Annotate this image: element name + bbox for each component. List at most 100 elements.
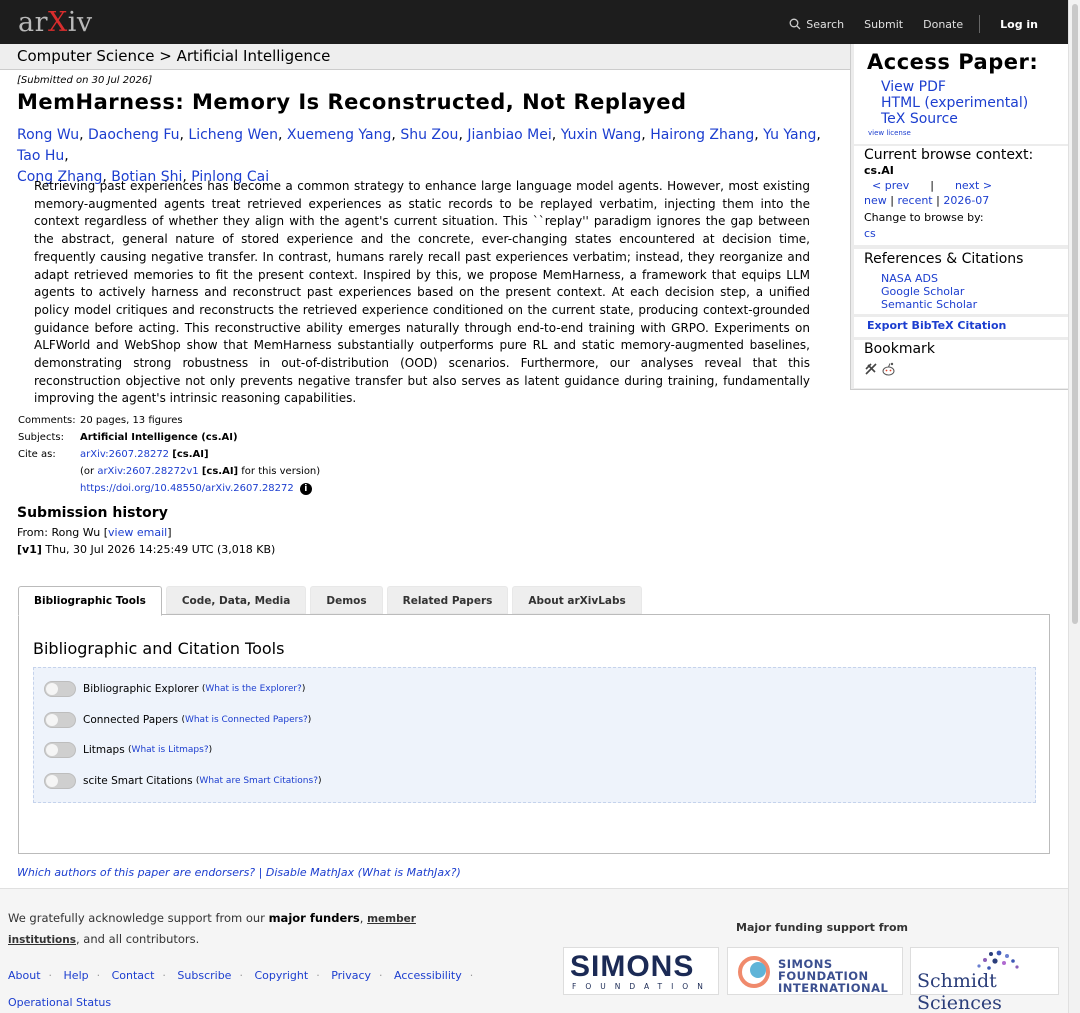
subjects-label: Subjects: — [18, 432, 64, 443]
browse-heading: Current browse context: — [864, 147, 1034, 163]
reddit-icon[interactable] — [881, 362, 896, 376]
footer-link-subscribe[interactable]: Subscribe — [177, 969, 231, 982]
right-sidebar: Access Paper: View PDF HTML (experimenta… — [850, 44, 1068, 390]
help-link[interactable]: What is Connected Papers? — [185, 715, 308, 725]
prev-link[interactable]: < prev — [872, 179, 909, 192]
schmidt-sciences-logo[interactable]: Schmidt Sciences — [910, 947, 1059, 1013]
tool-row: Litmaps (What is Litmaps?) — [34, 735, 1035, 766]
new-link[interactable]: new — [864, 194, 887, 207]
comments-label: Comments: — [18, 415, 76, 426]
view-pdf-link[interactable]: View PDF — [881, 79, 946, 95]
footer-link-contact[interactable]: Contact — [112, 969, 155, 982]
help-link[interactable]: What is Litmaps? — [132, 745, 209, 755]
toggle-switch[interactable] — [44, 711, 76, 728]
export-box: Export BibTeX Citation — [854, 317, 1068, 337]
labs-tabs: Bibliographic Tools Code, Data, Media De… — [18, 586, 646, 616]
cite-id-link[interactable]: arXiv:2607.28272 — [80, 449, 169, 460]
author-link[interactable]: Yu Yang — [763, 127, 816, 143]
author-link[interactable]: Rong Wu — [17, 127, 79, 143]
footer-link-accessibility[interactable]: Accessibility — [394, 969, 462, 982]
author-link[interactable]: Licheng Wen — [188, 127, 278, 143]
submitted-date: [Submitted on 30 Jul 2026] — [17, 75, 153, 86]
funding-heading: Major funding support from — [736, 921, 909, 934]
submit-link[interactable]: Submit — [864, 18, 903, 31]
tool-row: scite Smart Citations (What are Smart Ci… — [34, 766, 1035, 797]
tab-related-papers[interactable]: Related Papers — [386, 586, 509, 614]
google-scholar-link[interactable]: Google Scholar — [881, 286, 964, 298]
panel-heading: Bibliographic and Citation Tools — [33, 639, 285, 658]
version-label: [v1] — [17, 543, 42, 556]
help-link[interactable]: What is the Explorer? — [205, 684, 301, 694]
schmidt-dots-icon — [977, 950, 1019, 970]
toggle-switch[interactable] — [44, 681, 76, 698]
nasa-ads-link[interactable]: NASA ADS — [881, 273, 938, 285]
author-link[interactable]: Jianbiao Mei — [467, 127, 551, 143]
endorsers-link[interactable]: Which authors of this paper are endorser… — [17, 866, 461, 879]
sfi-mark-icon — [738, 956, 770, 988]
info-icon[interactable]: i — [299, 483, 312, 495]
view-license-link[interactable]: view license — [868, 129, 911, 137]
help-link[interactable]: What are Smart Citations? — [199, 776, 318, 786]
author-link[interactable]: Hairong Zhang — [650, 127, 754, 143]
cite-label: Cite as: — [18, 449, 56, 460]
acknowledgement-text: We gratefully acknowledge support from o… — [8, 911, 416, 946]
tool-list: Bibliographic Explorer (What is the Expl… — [33, 667, 1036, 803]
footer-link-privacy[interactable]: Privacy — [331, 969, 371, 982]
nav-divider — [979, 15, 981, 33]
login-link[interactable]: Log in — [1000, 18, 1038, 31]
references-box: References & Citations NASA ADS Google S… — [854, 249, 1068, 314]
month-link[interactable]: 2026-07 — [943, 194, 989, 207]
paper-title: MemHarness: Memory Is Reconstructed, Not… — [17, 90, 687, 114]
submission-history-heading: Submission history — [17, 505, 168, 521]
footer-link-operational-status[interactable]: Operational Status — [8, 996, 111, 1009]
author-link[interactable]: Daocheng Fu — [88, 127, 179, 143]
author-link[interactable]: Yuxin Wang — [561, 127, 642, 143]
next-link[interactable]: next > — [955, 179, 992, 192]
version-entry: [v1] Thu, 30 Jul 2026 14:25:49 UTC (3,01… — [17, 543, 276, 556]
view-email-link[interactable]: view email — [108, 526, 167, 539]
footer-link-help[interactable]: Help — [64, 969, 89, 982]
tex-source-link[interactable]: TeX Source — [881, 111, 958, 127]
toggle-switch[interactable] — [44, 772, 76, 789]
comments-value: 20 pages, 13 figures — [80, 415, 183, 426]
subjects-value: Artificial Intelligence (cs.AI) — [80, 432, 238, 443]
html-link[interactable]: HTML (experimental) — [881, 95, 1028, 111]
author-link[interactable]: Shu Zou — [400, 127, 458, 143]
simons-foundation-international-logo[interactable]: SIMONS FOUNDATION INTERNATIONAL — [727, 947, 903, 995]
references-heading: References & Citations — [864, 251, 1024, 267]
semantic-scholar-link[interactable]: Semantic Scholar — [881, 299, 977, 311]
recent-link[interactable]: recent — [897, 194, 932, 207]
change-browse-label: Change to browse by: — [864, 211, 984, 224]
browse-context-box: Current browse context: cs.AI < prev | n… — [854, 146, 1068, 245]
bookmark-heading: Bookmark — [864, 341, 935, 357]
bibsonomy-icon[interactable] — [864, 362, 878, 376]
access-paper-box: Access Paper: View PDF HTML (experimenta… — [854, 44, 1068, 144]
submission-from: From: Rong Wu [view email] — [17, 526, 172, 539]
top-navbar: arXiv Search Submit Donate Log in — [0, 0, 1068, 44]
abstract: Retrieving past experiences has become a… — [34, 179, 810, 406]
author-link[interactable]: Xuemeng Yang — [287, 127, 392, 143]
search-button[interactable]: Search — [789, 18, 844, 31]
toggle-switch[interactable] — [44, 742, 76, 759]
arxiv-logo[interactable]: arXiv — [18, 7, 93, 38]
scrollbar-thumb[interactable] — [1072, 4, 1078, 624]
footer-links: About · Help · Contact · Subscribe · Copyrig… — [8, 969, 474, 1009]
breadcrumb: Computer Science > Artificial Intelligen… — [0, 44, 850, 70]
access-paper-heading: Access Paper: — [867, 50, 1039, 74]
simons-foundation-logo[interactable]: SIMONS FOUNDATION — [563, 947, 719, 995]
author-link[interactable]: Tao Hu — [17, 148, 64, 164]
footer-link-copyright[interactable]: Copyright — [254, 969, 308, 982]
tab-about-arxivlabs[interactable]: About arXivLabs — [512, 586, 642, 614]
footer-link-about[interactable]: About — [8, 969, 41, 982]
donate-link[interactable]: Donate — [923, 18, 963, 31]
cite-version-link[interactable]: arXiv:2607.28272v1 — [97, 466, 198, 477]
export-bibtex-link[interactable]: Export BibTeX Citation — [867, 319, 1006, 332]
tab-code-data-media[interactable]: Code, Data, Media — [165, 586, 307, 614]
tab-bibliographic-tools[interactable]: Bibliographic Tools — [18, 586, 162, 616]
tab-demos[interactable]: Demos — [310, 586, 383, 614]
major-funders-link[interactable]: major funders — [269, 911, 360, 925]
scrollbar[interactable] — [1068, 0, 1080, 1013]
cs-link[interactable]: cs — [864, 227, 876, 240]
doi-link[interactable]: https://doi.org/10.48550/arXiv.2607.2827… — [80, 483, 294, 494]
search-icon — [789, 18, 801, 30]
